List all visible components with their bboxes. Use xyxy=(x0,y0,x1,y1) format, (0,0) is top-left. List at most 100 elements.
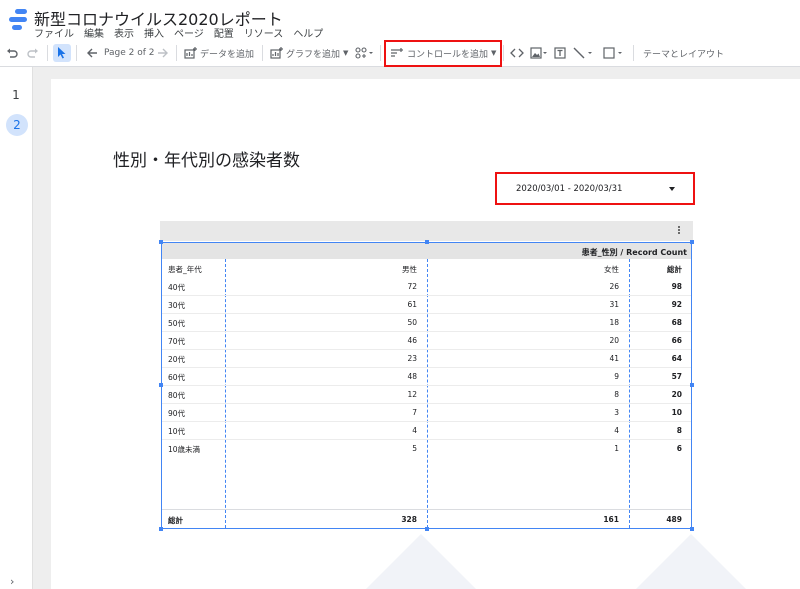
grand-total-female: 161 xyxy=(603,515,619,524)
cell-total: 66 xyxy=(671,336,682,345)
add-chart-button[interactable]: グラフを追加 ▼ xyxy=(270,40,348,66)
image-icon[interactable] xyxy=(530,40,548,66)
redo-icon[interactable] xyxy=(27,40,39,66)
text-box-icon[interactable] xyxy=(554,40,566,66)
title-bar: 新型コロナウイルス2020レポート ファイル 編集 表示 挿入 ページ 配置 リ… xyxy=(0,0,800,40)
cell-age: 90代 xyxy=(168,409,186,418)
menu-file[interactable]: ファイル xyxy=(34,25,74,40)
column-header-age[interactable]: 患者_年代 xyxy=(168,264,202,275)
column-header-total[interactable]: 総計 xyxy=(632,264,682,275)
cell-female: 18 xyxy=(609,318,619,327)
cell-female: 20 xyxy=(609,336,619,345)
report-title: 性別・年代別の感染者数 xyxy=(113,151,300,171)
grand-total-male: 328 xyxy=(401,515,417,524)
column-header-male[interactable]: 男性 xyxy=(322,264,417,275)
resize-handle[interactable] xyxy=(425,240,429,244)
cell-total: 64 xyxy=(671,354,682,363)
cell-female: 8 xyxy=(614,390,619,399)
cell-total: 98 xyxy=(671,282,682,291)
cell-female: 31 xyxy=(609,300,619,309)
select-tool-icon[interactable] xyxy=(53,44,71,62)
cell-total: 20 xyxy=(671,390,682,399)
table-row: 60代 48 9 57 xyxy=(162,367,691,386)
table-row: 20代 23 41 64 xyxy=(162,349,691,368)
page-indicator: Page 2 of 2 xyxy=(104,48,155,58)
cell-age: 40代 xyxy=(168,283,186,292)
cell-male: 12 xyxy=(407,390,417,399)
resize-handle[interactable] xyxy=(425,527,429,531)
column-header-female[interactable]: 女性 xyxy=(524,264,619,275)
menu-resource[interactable]: リソース xyxy=(244,25,284,40)
table-row: 90代 7 3 10 xyxy=(162,403,691,422)
pivot-header: 患者_性別 / Record Count xyxy=(162,243,691,259)
more-options-icon[interactable] xyxy=(677,226,681,235)
add-data-icon xyxy=(184,47,197,59)
table-row: 10代 4 4 8 xyxy=(162,421,691,440)
forward-arrow-icon[interactable] xyxy=(157,40,169,66)
cell-age: 70代 xyxy=(168,337,186,346)
cell-male: 5 xyxy=(412,444,417,453)
cell-age: 60代 xyxy=(168,373,186,382)
table-row: 80代 12 8 20 xyxy=(162,385,691,404)
cell-total: 68 xyxy=(671,318,682,327)
page-navigator: 1 2 xyxy=(0,67,33,589)
data-studio-logo-icon[interactable] xyxy=(9,9,27,31)
menu-view[interactable]: 表示 xyxy=(114,25,134,40)
cell-male: 4 xyxy=(412,426,417,435)
add-chart-label: グラフを追加 xyxy=(286,49,341,60)
menu-page[interactable]: ページ xyxy=(174,25,204,40)
resize-handle[interactable] xyxy=(690,527,694,531)
add-data-button[interactable]: データを追加 xyxy=(184,40,254,66)
cell-female: 41 xyxy=(609,354,619,363)
table-row: 30代 61 31 92 xyxy=(162,295,691,314)
menu-arrange[interactable]: 配置 xyxy=(214,25,234,40)
menu-help[interactable]: ヘルプ xyxy=(293,25,323,40)
embed-code-icon[interactable] xyxy=(510,40,524,66)
pivot-header-label: 患者_性別 / Record Count xyxy=(581,248,687,257)
add-control-highlight xyxy=(384,40,502,67)
cell-female: 9 xyxy=(614,372,619,381)
cell-male: 72 xyxy=(407,282,417,291)
cell-age: 30代 xyxy=(168,301,186,310)
cell-age: 80代 xyxy=(168,391,186,400)
cell-total: 6 xyxy=(676,444,682,453)
resize-handle[interactable] xyxy=(159,527,163,531)
cell-age: 10代 xyxy=(168,427,186,436)
cell-female: 4 xyxy=(614,426,619,435)
grand-total-total: 489 xyxy=(666,515,682,524)
resize-handle[interactable] xyxy=(690,240,694,244)
table-row: 10歳未満 5 1 6 xyxy=(162,439,691,457)
cell-age: 20代 xyxy=(168,355,186,364)
page-thumb-1[interactable]: 1 xyxy=(0,88,32,102)
cell-male: 48 xyxy=(407,372,417,381)
undo-icon[interactable] xyxy=(6,40,18,66)
menu-edit[interactable]: 編集 xyxy=(84,25,104,40)
page-thumb-2[interactable]: 2 xyxy=(6,114,28,136)
cell-age: 10歳未満 xyxy=(168,445,201,454)
add-chart-icon xyxy=(270,47,283,59)
add-data-label: データを追加 xyxy=(200,49,255,60)
cell-total: 92 xyxy=(671,300,682,309)
menu-bar: ファイル 編集 表示 挿入 ページ 配置 リソース ヘルプ xyxy=(34,25,323,40)
shape-icon[interactable] xyxy=(603,40,623,66)
community-visualizations-icon[interactable] xyxy=(355,40,373,66)
cell-male: 23 xyxy=(407,354,417,363)
cell-total: 8 xyxy=(676,426,682,435)
cell-male: 46 xyxy=(407,336,417,345)
cell-male: 7 xyxy=(412,408,417,417)
table-row: 70代 46 20 66 xyxy=(162,331,691,350)
menu-insert[interactable]: 挿入 xyxy=(144,25,164,40)
resize-handle[interactable] xyxy=(159,383,163,387)
back-arrow-icon[interactable] xyxy=(86,40,98,66)
cell-age: 50代 xyxy=(168,319,186,328)
resize-handle[interactable] xyxy=(690,383,694,387)
pivot-table[interactable]: 患者_性別 / Record Count 患者_年代 男性 女性 総計 40代 … xyxy=(161,242,692,529)
date-range-highlight xyxy=(495,172,695,205)
resize-handle[interactable] xyxy=(159,240,163,244)
cell-male: 61 xyxy=(407,300,417,309)
grand-total-label: 総計 xyxy=(168,516,183,525)
theme-layout-button[interactable]: テーマとレイアウト xyxy=(643,40,724,66)
cell-total: 57 xyxy=(671,372,682,381)
line-icon[interactable] xyxy=(573,40,593,66)
expand-panel-icon[interactable]: › xyxy=(10,575,14,588)
